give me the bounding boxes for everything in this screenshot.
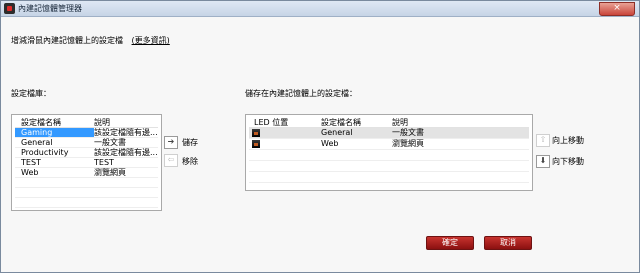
empty-row [249,172,529,183]
profile-name: Gaming [15,128,94,137]
library-list[interactable]: 設定檔名稱 說明 Gaming 該設定檔隨有邊... General 一般文書 … [11,114,162,211]
empty-row [15,188,158,198]
onboard-list[interactable]: LED 位置 設定檔名稱 說明 General 一般文書 Web 瀏覽網頁 [245,114,533,191]
memory-manager-window: 內建記憶體管理器 × 增減滑鼠內建記憶體上的設定檔 (更多資訊) 設定檔庫： 儲… [0,0,640,273]
title-bar: 內建記憶體管理器 × [1,1,639,17]
profile-name: General [321,128,353,137]
move-up-button[interactable]: 向上移動 [552,135,584,146]
onboard-label: 儲存在內建記憶體上的設定檔： [245,89,357,98]
profile-description: 瀏覽網頁 [392,139,424,148]
ok-button[interactable]: 確定 [426,236,474,250]
profile-name: Web [21,168,39,177]
profile-name: General [21,138,53,147]
arrow-up-icon[interactable]: ⇧ [536,134,550,147]
column-header-led[interactable]: LED 位置 [249,118,294,127]
app-icon [4,3,15,14]
library-header: 設定檔名稱 說明 [15,118,158,128]
intro-text-row: 增減滑鼠內建記憶體上的設定檔 (更多資訊) [11,35,170,46]
profile-description: 瀏覽網頁 [94,168,126,177]
empty-row [15,198,158,208]
intro-text: 增減滑鼠內建記憶體上的設定檔 [11,36,123,45]
empty-row [249,161,529,172]
profile-name: Productivity [21,148,69,157]
column-header-name[interactable]: 設定檔名稱 [321,118,386,127]
profile-name: Web [321,139,339,148]
library-row[interactable]: TEST TEST [15,158,158,168]
led-position-icon [252,129,260,137]
close-button[interactable]: × [599,2,635,16]
arrow-right-icon[interactable]: ➔ [164,136,178,149]
cancel-button[interactable]: 取消 [484,236,532,250]
save-button[interactable]: 儲存 [182,137,198,148]
library-row[interactable]: Gaming 該設定檔隨有邊... [15,128,158,138]
more-info-link[interactable]: (更多資訊) [132,36,170,45]
library-row[interactable]: Web 瀏覽網頁 [15,168,158,178]
profile-description: 該設定檔隨有邊... [94,148,157,157]
remove-button[interactable]: 移除 [182,156,198,167]
profile-description: 一般文書 [94,138,126,147]
column-header-description[interactable]: 說明 [94,118,157,127]
library-label: 設定檔庫： [11,89,51,98]
profile-description: 該設定檔隨有邊... [94,128,157,137]
profile-name: TEST [21,158,41,167]
move-down-button[interactable]: 向下移動 [552,156,584,167]
empty-row [249,150,529,161]
onboard-header: LED 位置 設定檔名稱 說明 [249,118,529,128]
profile-description: 一般文書 [392,128,424,137]
window-title: 內建記憶體管理器 [18,4,82,13]
column-header-description[interactable]: 說明 [392,118,524,127]
profile-description: TEST [94,158,114,167]
library-row[interactable]: Productivity 該設定檔隨有邊... [15,148,158,158]
onboard-row[interactable]: Web 瀏覽網頁 [249,139,529,150]
column-header-name[interactable]: 設定檔名稱 [15,118,94,127]
library-row[interactable]: General 一般文書 [15,138,158,148]
arrow-down-icon[interactable]: ⬇ [536,155,550,168]
empty-row [15,178,158,188]
onboard-row[interactable]: General 一般文書 [249,128,529,139]
led-position-icon [252,140,260,148]
arrow-left-icon[interactable]: ⇦ [164,154,178,167]
